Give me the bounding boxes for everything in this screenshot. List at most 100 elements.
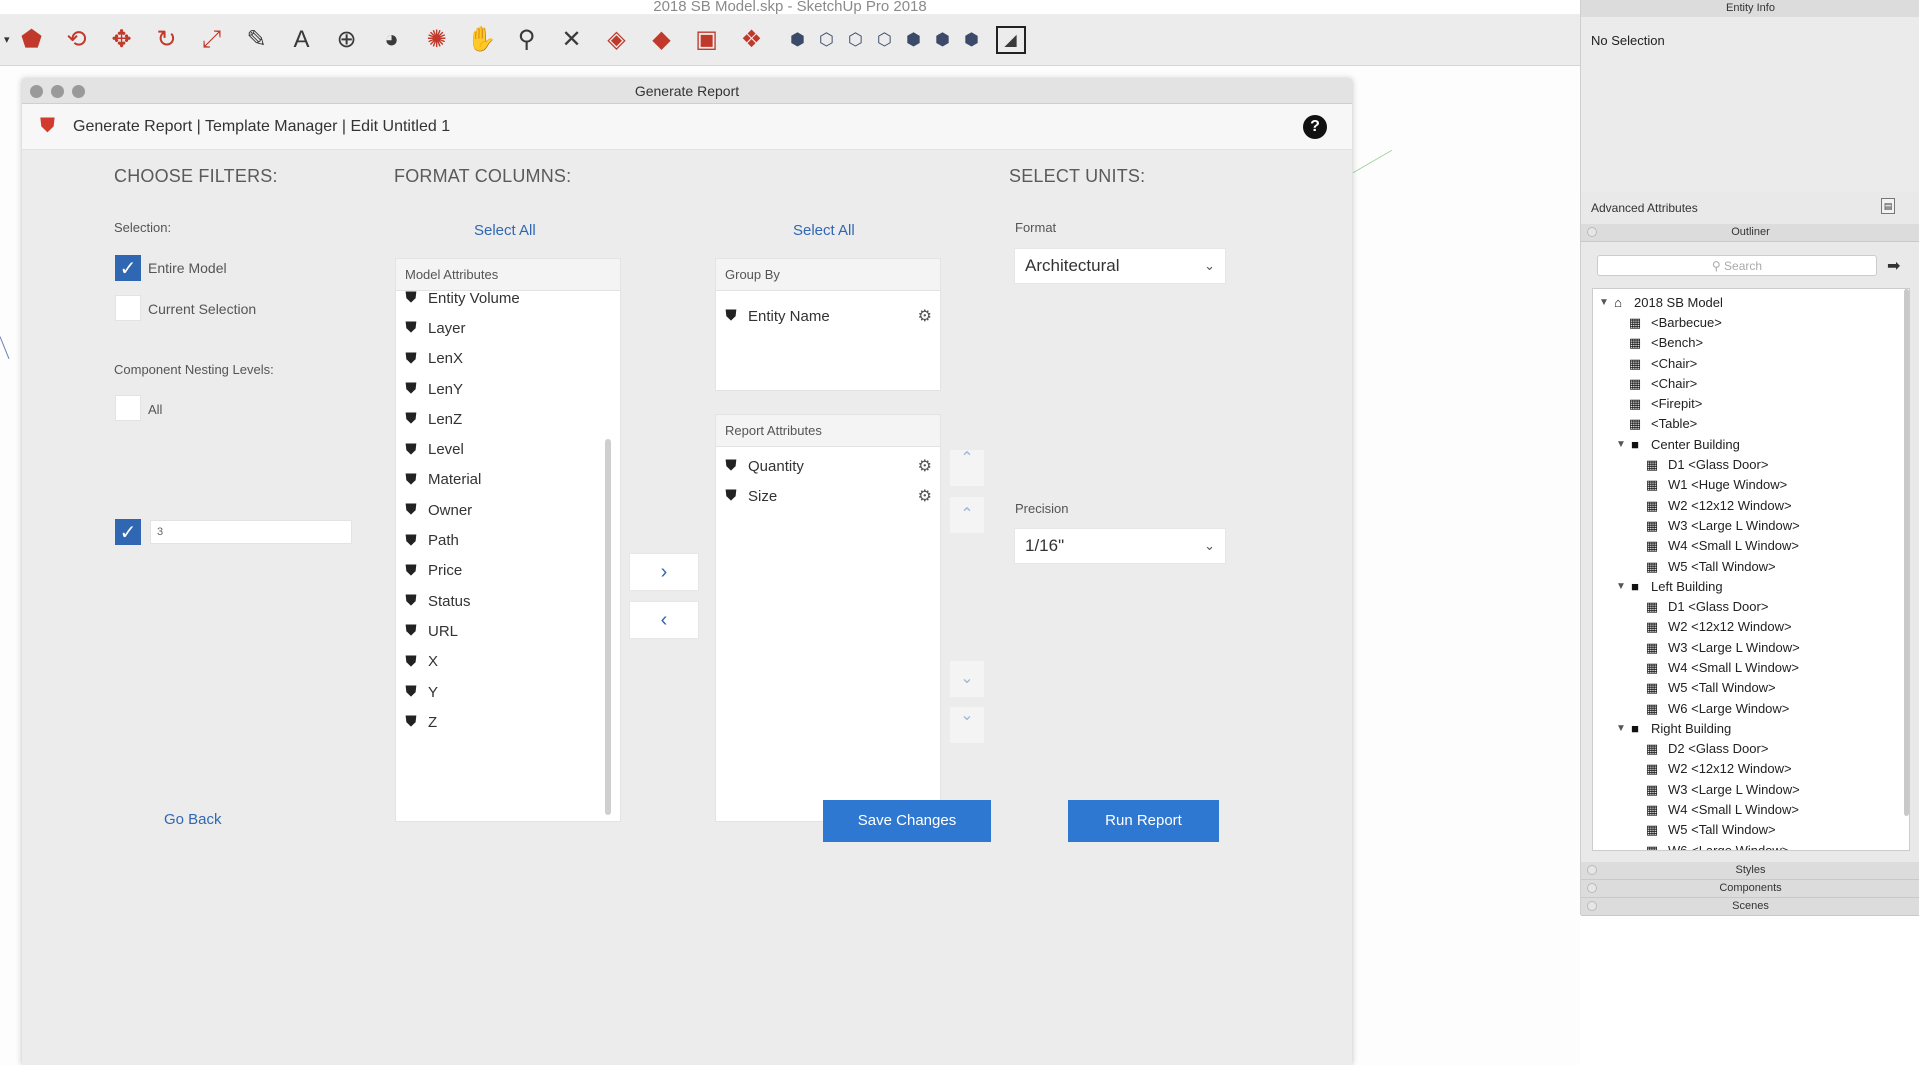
orbit-icon[interactable]: ✺ (417, 22, 457, 58)
attribute-row[interactable]: ⛊ LenZ (396, 404, 620, 434)
scale-icon[interactable]: ⤢ (192, 22, 232, 58)
outliner-item[interactable]: ▦ W2 <12x12 Window> (1593, 495, 1909, 515)
text-icon[interactable]: A (282, 22, 322, 58)
toolbar-dropdown-icon[interactable]: ▾ (4, 33, 10, 46)
current-selection-checkbox[interactable] (115, 295, 141, 321)
run-report-button[interactable]: Run Report (1068, 800, 1219, 842)
outliner-item[interactable]: ▦ W3 <Large L Window> (1593, 779, 1909, 799)
shaded-textures-icon[interactable]: ⬢ (930, 22, 956, 58)
attribute-row[interactable]: ⛊ Z (396, 707, 620, 737)
add-attribute-button[interactable]: › (629, 553, 699, 591)
save-changes-button[interactable]: Save Changes (823, 800, 991, 842)
styles-header[interactable]: Styles (1581, 862, 1919, 880)
entity-info-header[interactable]: Entity Info (1581, 0, 1919, 18)
expand-triangle-icon[interactable]: ▼ (1614, 439, 1628, 450)
outliner-item[interactable]: ▦ W6 <Large Window> (1593, 840, 1909, 850)
expand-triangle-icon[interactable]: ▼ (1614, 581, 1628, 592)
components-header[interactable]: Components (1581, 880, 1919, 898)
attribute-row[interactable]: ⛊ Entity Volume (396, 291, 620, 313)
collapse-dot-icon[interactable] (1587, 227, 1597, 237)
group-by-list[interactable]: ⛊ Entity Name ⚙ (715, 290, 941, 391)
warehouse-icon[interactable]: ◈ (597, 22, 637, 58)
attribute-row[interactable]: ⛊ Status (396, 586, 620, 616)
report-attributes-list[interactable]: ⛊ Quantity ⚙ ⛊ Size ⚙ (715, 446, 941, 822)
outliner-header[interactable]: Outliner (1581, 224, 1919, 242)
style-builder-icon[interactable]: ◢ (995, 25, 1026, 54)
attributes-toggle-icon[interactable]: ▤ (1881, 198, 1895, 214)
help-icon[interactable]: ? (1303, 115, 1327, 139)
model-attributes-scrollbar[interactable] (605, 439, 611, 815)
outliner-options-icon[interactable]: ➡ (1887, 256, 1900, 276)
attribute-row[interactable]: ⛊ Entity Name ⚙ (716, 301, 940, 331)
close-window-icon[interactable] (30, 85, 43, 98)
hidden-line-icon[interactable]: ⬡ (872, 22, 898, 58)
go-back-link[interactable]: Go Back (164, 811, 222, 828)
outliner-item[interactable]: ▦ W4 <Small L Window> (1593, 536, 1909, 556)
pan-icon[interactable]: ✋ (462, 22, 502, 58)
gear-icon[interactable]: ⚙ (918, 306, 932, 326)
monochrome-icon[interactable]: ⬢ (959, 22, 985, 58)
outliner-item[interactable]: ▦ W1 <Huge Window> (1593, 475, 1909, 495)
format-select[interactable]: Architectural ⌄ (1014, 248, 1226, 284)
eraser-icon[interactable]: ⬟ (12, 22, 52, 58)
move-down-button[interactable]: ⌄ (950, 661, 984, 697)
expand-triangle-icon[interactable]: ▼ (1597, 297, 1611, 308)
attribute-row[interactable]: ⛊ Y (396, 677, 620, 707)
scenes-header[interactable]: Scenes (1581, 898, 1919, 916)
zoom-window-icon[interactable] (72, 85, 85, 98)
minimize-window-icon[interactable] (51, 85, 64, 98)
outliner-item[interactable]: ▦ W5 <Tall Window> (1593, 678, 1909, 698)
outliner-item[interactable]: ▦ W3 <Large L Window> (1593, 515, 1909, 535)
outliner-item[interactable]: ▦ W3 <Large L Window> (1593, 637, 1909, 657)
tape-icon[interactable]: ⟲ (57, 22, 97, 58)
outliner-item[interactable]: ▦ <Chair> (1593, 353, 1909, 373)
attribute-row[interactable]: ⛊ X (396, 647, 620, 677)
attribute-row[interactable]: ⛊ Path (396, 525, 620, 555)
attribute-row[interactable]: ⛊ Level (396, 434, 620, 464)
layout-icon[interactable]: ▣ (687, 22, 727, 58)
move-to-top-button[interactable]: ⌃ (950, 450, 984, 486)
gear-icon[interactable]: ⚙ (918, 456, 932, 476)
back-edges-icon[interactable]: ⬡ (814, 22, 840, 58)
ruby-icon[interactable]: ❖ (732, 22, 772, 58)
model-attributes-list[interactable]: ⛊ Entity Volume ⛊ Layer ⛊ LenX ⛊ LenY ⛊ LenZ ⛊ Leve… (395, 290, 621, 822)
attribute-row[interactable]: ⛊ LenX (396, 344, 620, 374)
tape-measure-icon[interactable]: ✎ (237, 22, 277, 58)
outliner-item[interactable]: ▦ <Barbecue> (1593, 312, 1909, 332)
shaded-icon[interactable]: ⬢ (901, 22, 927, 58)
attribute-row[interactable]: ⛊ Material (396, 465, 620, 495)
axes-icon[interactable]: ⊕ (327, 22, 367, 58)
outliner-item[interactable]: ▼ ⌂ 2018 SB Model (1593, 292, 1909, 312)
outliner-item[interactable]: ▦ W6 <Large Window> (1593, 698, 1909, 718)
outliner-search-input[interactable]: ⚲ Search (1597, 255, 1877, 276)
outliner-item[interactable]: ▼ ■ Right Building (1593, 718, 1909, 738)
outliner-item[interactable]: ▦ D1 <Glass Door> (1593, 596, 1909, 616)
collapse-dot-icon[interactable] (1587, 865, 1597, 875)
rotate-icon[interactable]: ↻ (147, 22, 187, 58)
outliner-scrollbar[interactable] (1904, 289, 1909, 816)
attribute-row[interactable]: ⛊ Owner (396, 495, 620, 525)
select-all-model-link[interactable]: Select All (474, 222, 536, 239)
outliner-item[interactable]: ▦ <Firepit> (1593, 393, 1909, 413)
remove-attribute-button[interactable]: ‹ (629, 601, 699, 639)
outliner-item[interactable]: ▦ <Table> (1593, 414, 1909, 434)
nesting-levels-input[interactable]: 3 (150, 520, 352, 544)
outliner-item[interactable]: ▦ W5 <Tall Window> (1593, 556, 1909, 576)
precision-select[interactable]: 1/16" ⌄ (1014, 528, 1226, 564)
wireframe-icon[interactable]: ⬡ (843, 22, 869, 58)
outliner-item[interactable]: ▦ D2 <Glass Door> (1593, 739, 1909, 759)
attribute-row[interactable]: ⛊ LenY (396, 374, 620, 404)
attribute-row[interactable]: ⛊ Size ⚙ (716, 481, 940, 511)
zoom-icon[interactable]: ⚲ (507, 22, 547, 58)
attribute-row[interactable]: ⛊ Quantity ⚙ (716, 451, 940, 481)
collapse-dot-icon[interactable] (1587, 901, 1597, 911)
move-up-button[interactable]: ⌃ (950, 497, 984, 533)
attribute-row[interactable]: ⛊ URL (396, 616, 620, 646)
attribute-row[interactable]: ⛊ Layer (396, 313, 620, 343)
paint-bucket-icon[interactable]: ◕ (372, 22, 412, 58)
advanced-attributes-label[interactable]: Advanced Attributes (1591, 201, 1698, 215)
outliner-item[interactable]: ▼ ■ Center Building (1593, 434, 1909, 454)
gear-icon[interactable]: ⚙ (918, 486, 932, 506)
collapse-dot-icon[interactable] (1587, 883, 1597, 893)
zoom-extents-icon[interactable]: ✕ (552, 22, 592, 58)
